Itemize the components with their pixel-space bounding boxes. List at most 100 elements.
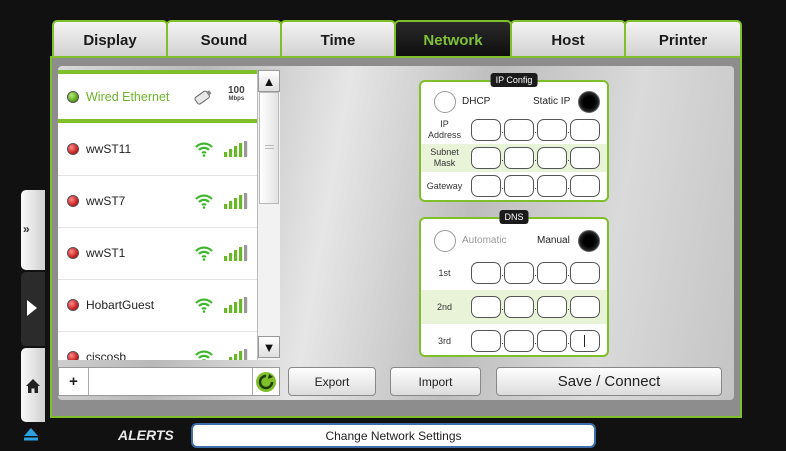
dns-row-label: 2nd [436, 301, 453, 312]
list-item[interactable]: wwST11 [58, 123, 257, 176]
ip-config-title: IP Config [490, 73, 538, 87]
signal-bars-icon [224, 245, 248, 261]
list-item[interactable]: wwST1 [58, 227, 257, 280]
ip-field-1-octet-2[interactable] [504, 147, 534, 169]
import-button[interactable]: Import [390, 367, 481, 396]
status-indicator [67, 195, 79, 207]
speed-unit: Mbps [228, 96, 245, 102]
tab-network-label: Network [423, 31, 483, 49]
ip-field-1-octet-4[interactable] [570, 147, 600, 169]
list-item[interactable]: wwST7 [58, 175, 257, 228]
wifi-icon [195, 142, 213, 157]
scroll-up-button[interactable]: ▲ [258, 70, 280, 92]
ip-field-1-octet-1[interactable] [471, 147, 501, 169]
signal-bars-icon [229, 349, 248, 360]
signal-bars-icon [224, 193, 248, 209]
dns-3-octet-4[interactable] [570, 330, 600, 352]
ip-row: Gateway... [421, 172, 607, 200]
alerts-message-box[interactable]: Change Network Settings [191, 423, 596, 448]
list-item[interactable]: HobartGuest [58, 279, 257, 332]
tab-host-label: Host [551, 31, 585, 49]
network-list[interactable]: Wired Ethernet 100 Mbps wwST11 wwST7 wwST1… [58, 70, 257, 360]
ip-field-1-octet-3[interactable] [537, 147, 567, 169]
tab-printer-label: Printer [658, 31, 708, 49]
ip-field-0-octet-1[interactable] [471, 119, 501, 141]
wifi-icon [195, 246, 213, 261]
save-connect-button[interactable]: Save / Connect [496, 367, 722, 396]
ip-field-2-octet-3[interactable] [537, 175, 567, 197]
dns-3-octet-2[interactable] [504, 330, 534, 352]
list-scrollbar[interactable]: ▲ ▼ [257, 70, 280, 360]
ip-field-0-octet-2[interactable] [504, 119, 534, 141]
dns-1-octet-4[interactable] [570, 262, 600, 284]
dns-1-octet-2[interactable] [504, 262, 534, 284]
scroll-down-button[interactable]: ▼ [258, 336, 280, 358]
dns-2-octet-1[interactable] [471, 296, 501, 318]
dns-automatic-radio[interactable] [434, 230, 456, 252]
alerts-message: Change Network Settings [325, 428, 462, 443]
add-network-button[interactable]: + [59, 368, 89, 395]
dns-1-octet-1[interactable] [471, 262, 501, 284]
dns-row: 3rd... [421, 324, 607, 358]
refresh-icon [256, 371, 276, 392]
home-button[interactable] [21, 348, 45, 422]
network-name: ciscosb [86, 350, 127, 360]
scroll-thumb[interactable] [259, 92, 279, 204]
tab-host[interactable]: Host [510, 20, 626, 58]
dns-3-octet-1[interactable] [471, 330, 501, 352]
alerts-label: ALERTS [118, 427, 174, 443]
wifi-icon [195, 298, 213, 313]
dns-manual-radio[interactable] [578, 230, 600, 252]
signal-bars-icon [224, 141, 248, 157]
text-cursor [584, 335, 585, 347]
ip-config-box: IP Config DHCP Static IP IP Address... Sub… [419, 73, 609, 202]
dns-2-octet-2[interactable] [504, 296, 534, 318]
scroll-up-icon: ▲ [262, 73, 276, 89]
play-button[interactable] [21, 272, 45, 346]
tab-display-label: Display [83, 31, 137, 49]
dns-2-octet-3[interactable] [537, 296, 567, 318]
ip-field-2-octet-1[interactable] [471, 175, 501, 197]
collapse-button[interactable]: » [21, 190, 45, 270]
static-ip-radio[interactable] [578, 91, 600, 113]
dns-row-label: 3rd [437, 335, 451, 346]
ip-row-label: Gateway [426, 180, 463, 191]
status-indicator [67, 299, 79, 311]
ip-field-0-octet-3[interactable] [537, 119, 567, 141]
ip-row: IP Address... [421, 116, 607, 144]
refresh-button[interactable] [252, 368, 279, 395]
speed-badge: 100 Mbps [228, 86, 245, 104]
ip-field-2-octet-4[interactable] [570, 175, 600, 197]
dns-2-octet-4[interactable] [570, 296, 600, 318]
dns-title: DNS [499, 210, 529, 224]
export-button[interactable]: Export [288, 367, 376, 396]
eject-icon[interactable] [23, 427, 39, 441]
ethernet-plug-icon [194, 89, 212, 105]
app-root: Display Sound Time Network Host Printer … [0, 0, 786, 451]
add-network-bar: + [58, 367, 280, 396]
tab-printer[interactable]: Printer [624, 20, 742, 58]
list-item-wired-ethernet[interactable]: Wired Ethernet 100 Mbps [58, 70, 257, 123]
scroll-down-icon: ▼ [262, 339, 276, 355]
tab-sound[interactable]: Sound [166, 20, 282, 58]
dhcp-radio[interactable] [434, 91, 456, 113]
wifi-icon [195, 194, 213, 209]
play-icon [27, 300, 37, 316]
status-indicator [67, 143, 79, 155]
list-item[interactable]: ciscosb [58, 331, 257, 360]
tab-time[interactable]: Time [280, 20, 396, 58]
dns-row-label: 1st [438, 267, 451, 278]
ip-row-label: Subnet Mask [430, 147, 459, 168]
dns-1-octet-3[interactable] [537, 262, 567, 284]
tab-display[interactable]: Display [52, 20, 168, 58]
ip-field-0-octet-4[interactable] [570, 119, 600, 141]
tab-network[interactable]: Network [394, 20, 512, 58]
ip-row-label: IP Address [427, 119, 462, 140]
network-name: HobartGuest [86, 298, 155, 312]
dns-row: 1st... [421, 256, 607, 290]
tab-sound-label: Sound [200, 31, 248, 49]
dns-3-octet-3[interactable] [537, 330, 567, 352]
signal-bars-icon [224, 297, 248, 313]
network-name: wwST7 [86, 194, 126, 208]
ip-field-2-octet-2[interactable] [504, 175, 534, 197]
